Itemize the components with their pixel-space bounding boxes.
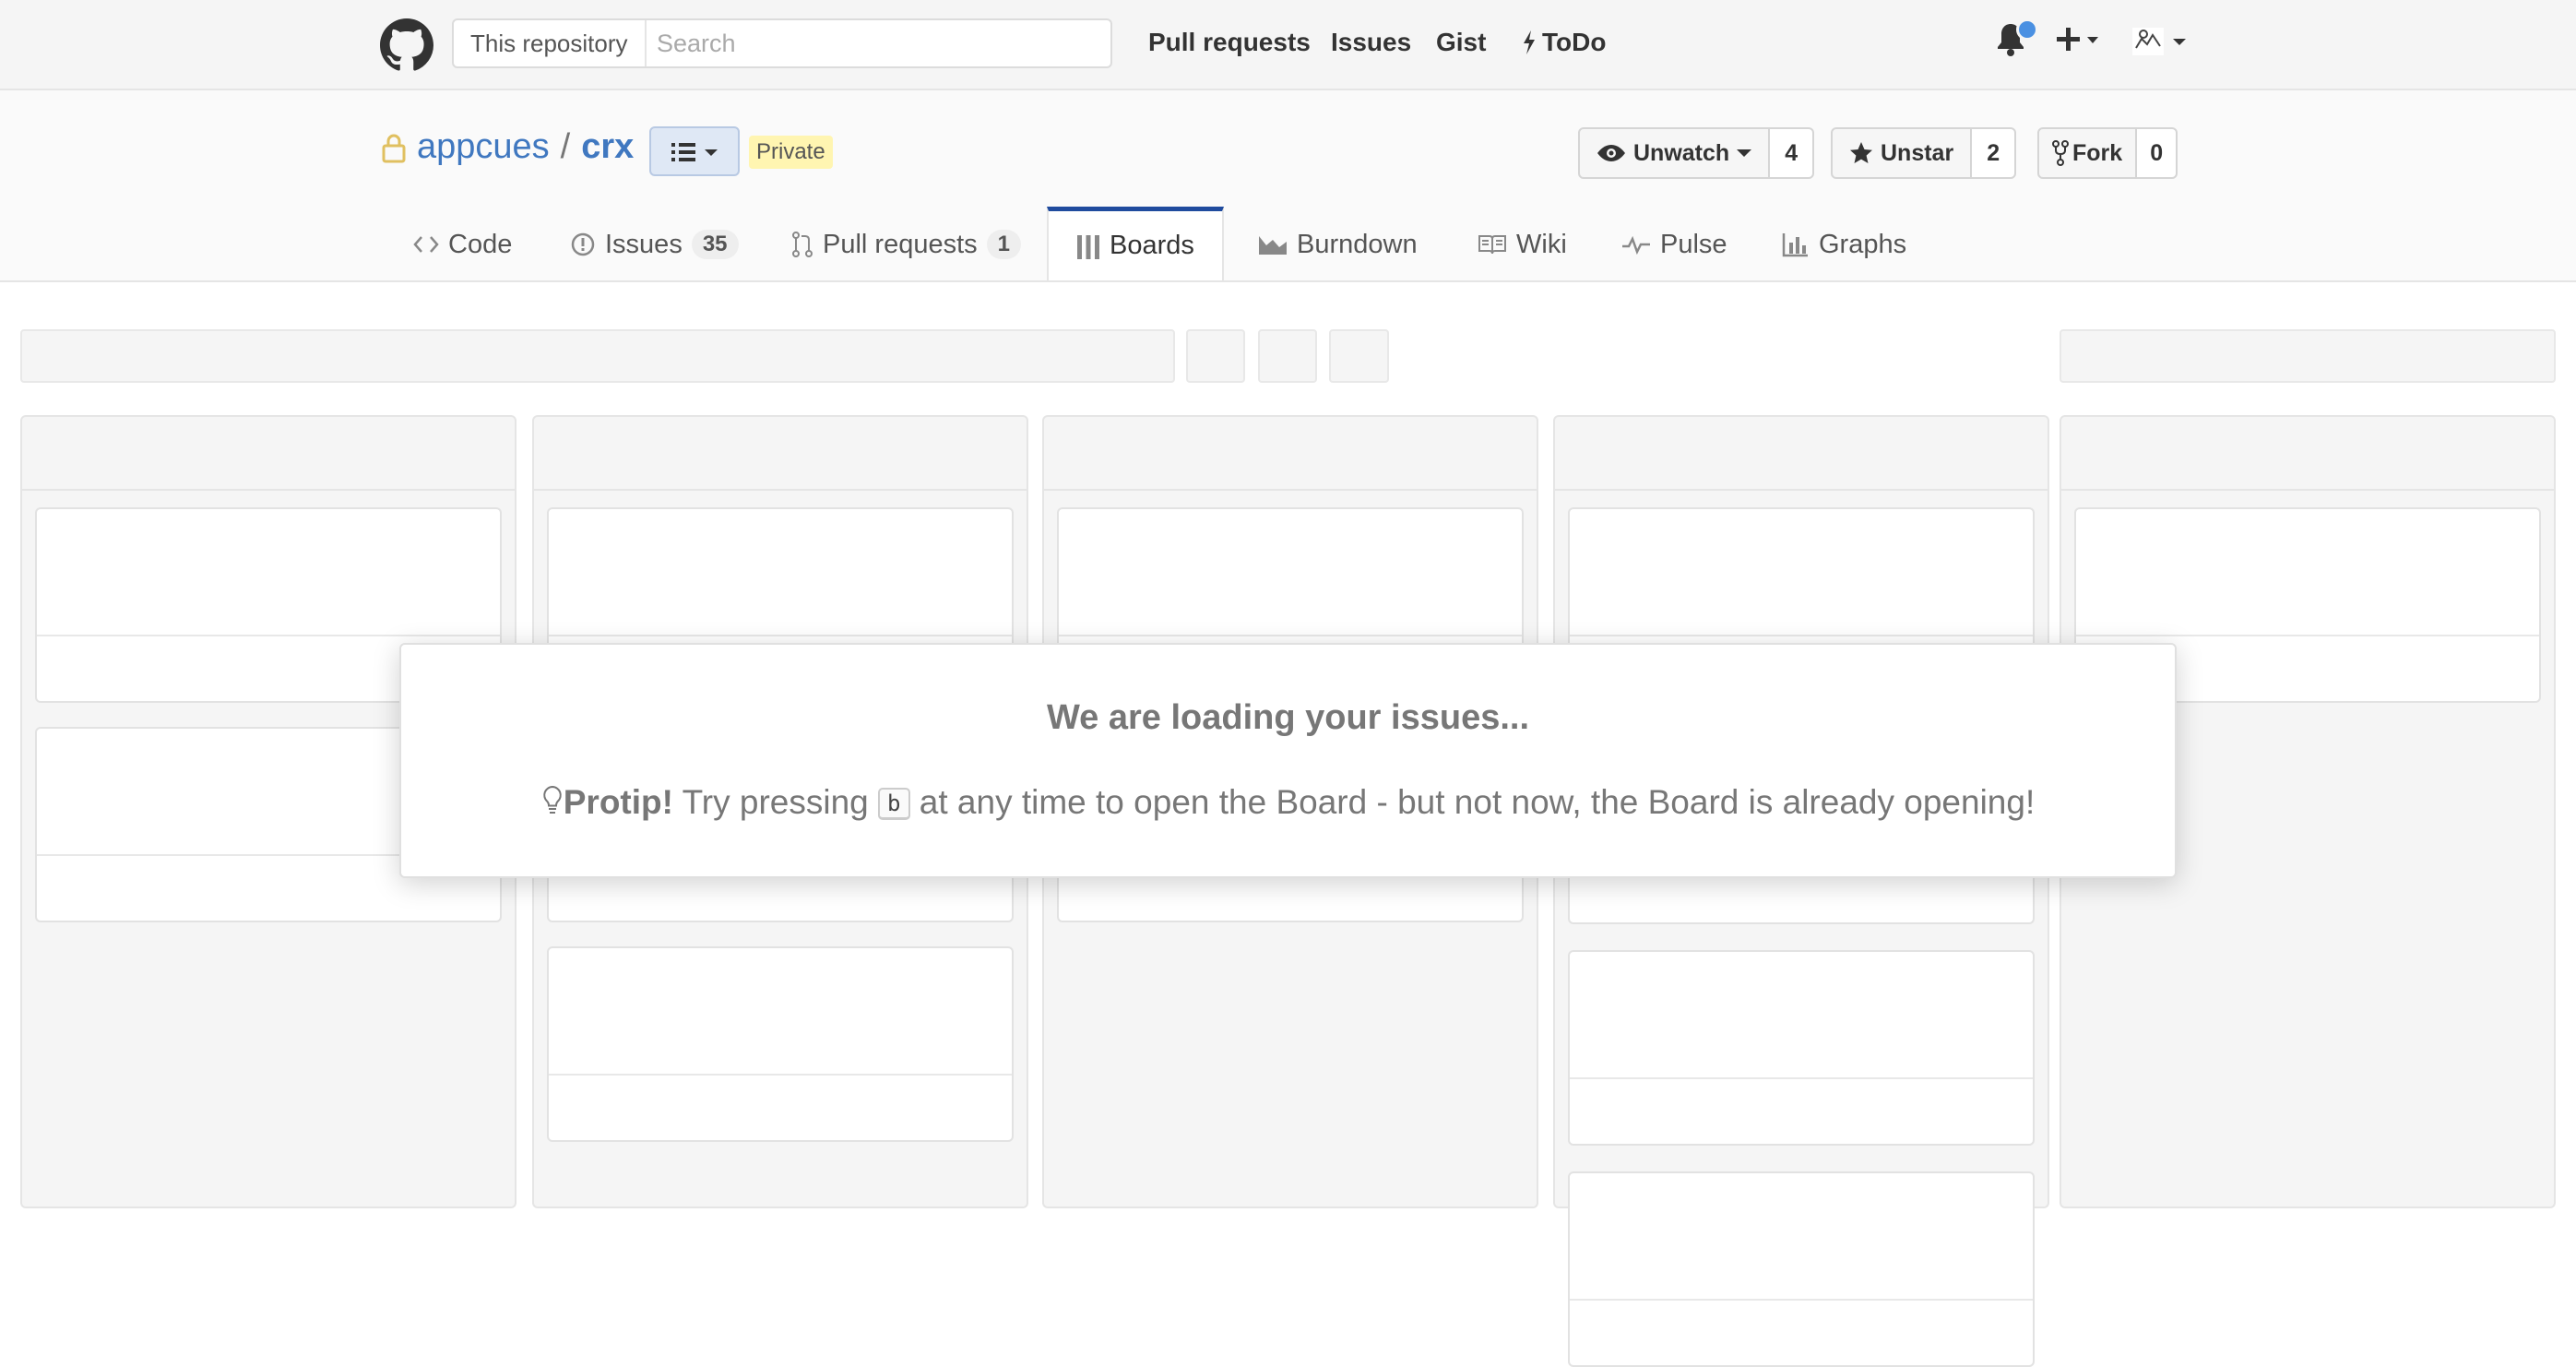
star-icon (1850, 142, 1872, 163)
tab-boards-label: Boards (1110, 231, 1194, 260)
watch-count[interactable]: 4 (1770, 127, 1815, 179)
fork-label: Fork (2072, 139, 2123, 166)
star-count[interactable]: 2 (1972, 127, 2017, 179)
code-icon (413, 236, 439, 253)
tab-burndown[interactable]: Burndown (1258, 208, 1418, 280)
unstar-label: Unstar (1881, 139, 1954, 166)
issue-card-placeholder (1568, 950, 2035, 1146)
github-logo-icon[interactable] (380, 18, 433, 72)
column-header-placeholder (1044, 417, 1537, 491)
nav-todo-label: ToDo (1542, 28, 1607, 56)
tab-pulse-label: Pulse (1660, 229, 1727, 259)
graph-icon (1782, 233, 1808, 257)
book-icon (1478, 235, 1506, 255)
tab-pulse[interactable]: Pulse (1621, 208, 1727, 280)
tab-issues[interactable]: Issues 35 (570, 208, 739, 280)
unwatch-label: Unwatch (1633, 139, 1730, 166)
tab-pull-requests[interactable]: Pull requests 1 (791, 208, 1022, 280)
pulse-icon (1622, 235, 1650, 256)
tab-boards[interactable]: Boards (1047, 207, 1224, 280)
column-header-placeholder (534, 417, 1027, 491)
nav-todo[interactable]: ToDo (1522, 28, 1606, 57)
nav-gist[interactable]: Gist (1436, 28, 1486, 57)
star-group: Unstar 2 (1831, 127, 2017, 179)
issue-card-placeholder (547, 946, 1014, 1142)
private-badge: Private (749, 136, 833, 169)
tab-code-label: Code (448, 229, 513, 259)
toolbar-button-placeholder (1329, 329, 1389, 383)
repo-name-link[interactable]: crx (581, 127, 634, 166)
nav-issues[interactable]: Issues (1331, 28, 1411, 57)
pulls-count-badge: 1 (986, 230, 1022, 259)
plus-icon[interactable] (2057, 28, 2103, 55)
bolt-icon (1524, 30, 1535, 54)
toolbar-button-placeholder (1186, 329, 1245, 383)
loading-title: We are loading your issues... (1046, 698, 1530, 737)
tab-issues-label: Issues (605, 229, 683, 259)
tab-code[interactable]: Code (413, 208, 512, 280)
toolbar-button-placeholder (1258, 329, 1317, 383)
shortcut-key: b (878, 788, 910, 820)
search-placeholder-bar (2060, 329, 2556, 383)
issue-card-placeholder (1568, 1171, 2035, 1367)
fork-icon (2052, 140, 2069, 166)
repo-title: appcues / crx (417, 127, 634, 167)
column-header-placeholder (2061, 417, 2554, 491)
repo-owner-link[interactable]: appcues (417, 127, 550, 166)
fork-count[interactable]: 0 (2137, 127, 2178, 179)
column-header-placeholder (1555, 417, 2048, 491)
search-scope: This repository (454, 20, 647, 66)
git-pull-request-icon (792, 232, 813, 257)
light-bulb-icon (542, 785, 562, 814)
search-box[interactable]: This repository Search (452, 18, 1112, 68)
watch-group: Unwatch 4 (1578, 127, 1815, 179)
filter-bar-placeholder (20, 329, 1175, 383)
unstar-button[interactable]: Unstar (1831, 127, 1973, 179)
issues-count-badge: 35 (691, 230, 739, 259)
tab-burndown-label: Burndown (1297, 229, 1418, 259)
tab-graphs-label: Graphs (1819, 229, 1907, 259)
list-icon (671, 143, 718, 161)
loading-dialog: We are loading your issues... Protip! Tr… (399, 643, 2177, 878)
tab-pulls-label: Pull requests (823, 229, 978, 259)
lock-icon (382, 134, 406, 163)
column-header-placeholder (22, 417, 515, 491)
tab-wiki[interactable]: Wiki (1478, 208, 1567, 280)
protip-text: Protip! Try pressing b at any time to op… (401, 783, 2175, 822)
caret-down-icon (1737, 149, 1752, 157)
tab-wiki-label: Wiki (1516, 229, 1567, 259)
area-chart-icon (1259, 236, 1287, 255)
fork-group: Fork 0 (2037, 127, 2178, 179)
unwatch-button[interactable]: Unwatch (1578, 127, 1771, 179)
protip-after: at any time to open the Board - but not … (919, 783, 2036, 821)
nav-pull-requests[interactable]: Pull requests (1148, 28, 1311, 57)
protip-before: Try pressing (682, 783, 869, 821)
tab-graphs[interactable]: Graphs (1782, 208, 1906, 280)
fork-button[interactable]: Fork (2037, 127, 2138, 179)
board-columns-icon (1077, 234, 1099, 259)
notification-dot (2016, 18, 2038, 41)
avatar[interactable] (2131, 26, 2195, 57)
repo-menu-button[interactable] (649, 126, 740, 176)
protip-label: Protip! (563, 783, 673, 821)
eye-icon (1597, 145, 1625, 161)
issue-opened-icon (571, 232, 595, 256)
top-header: This repository Search Pull requests Iss… (0, 0, 2576, 90)
repo-separator: / (560, 127, 571, 166)
search-input[interactable]: Search (657, 20, 736, 66)
